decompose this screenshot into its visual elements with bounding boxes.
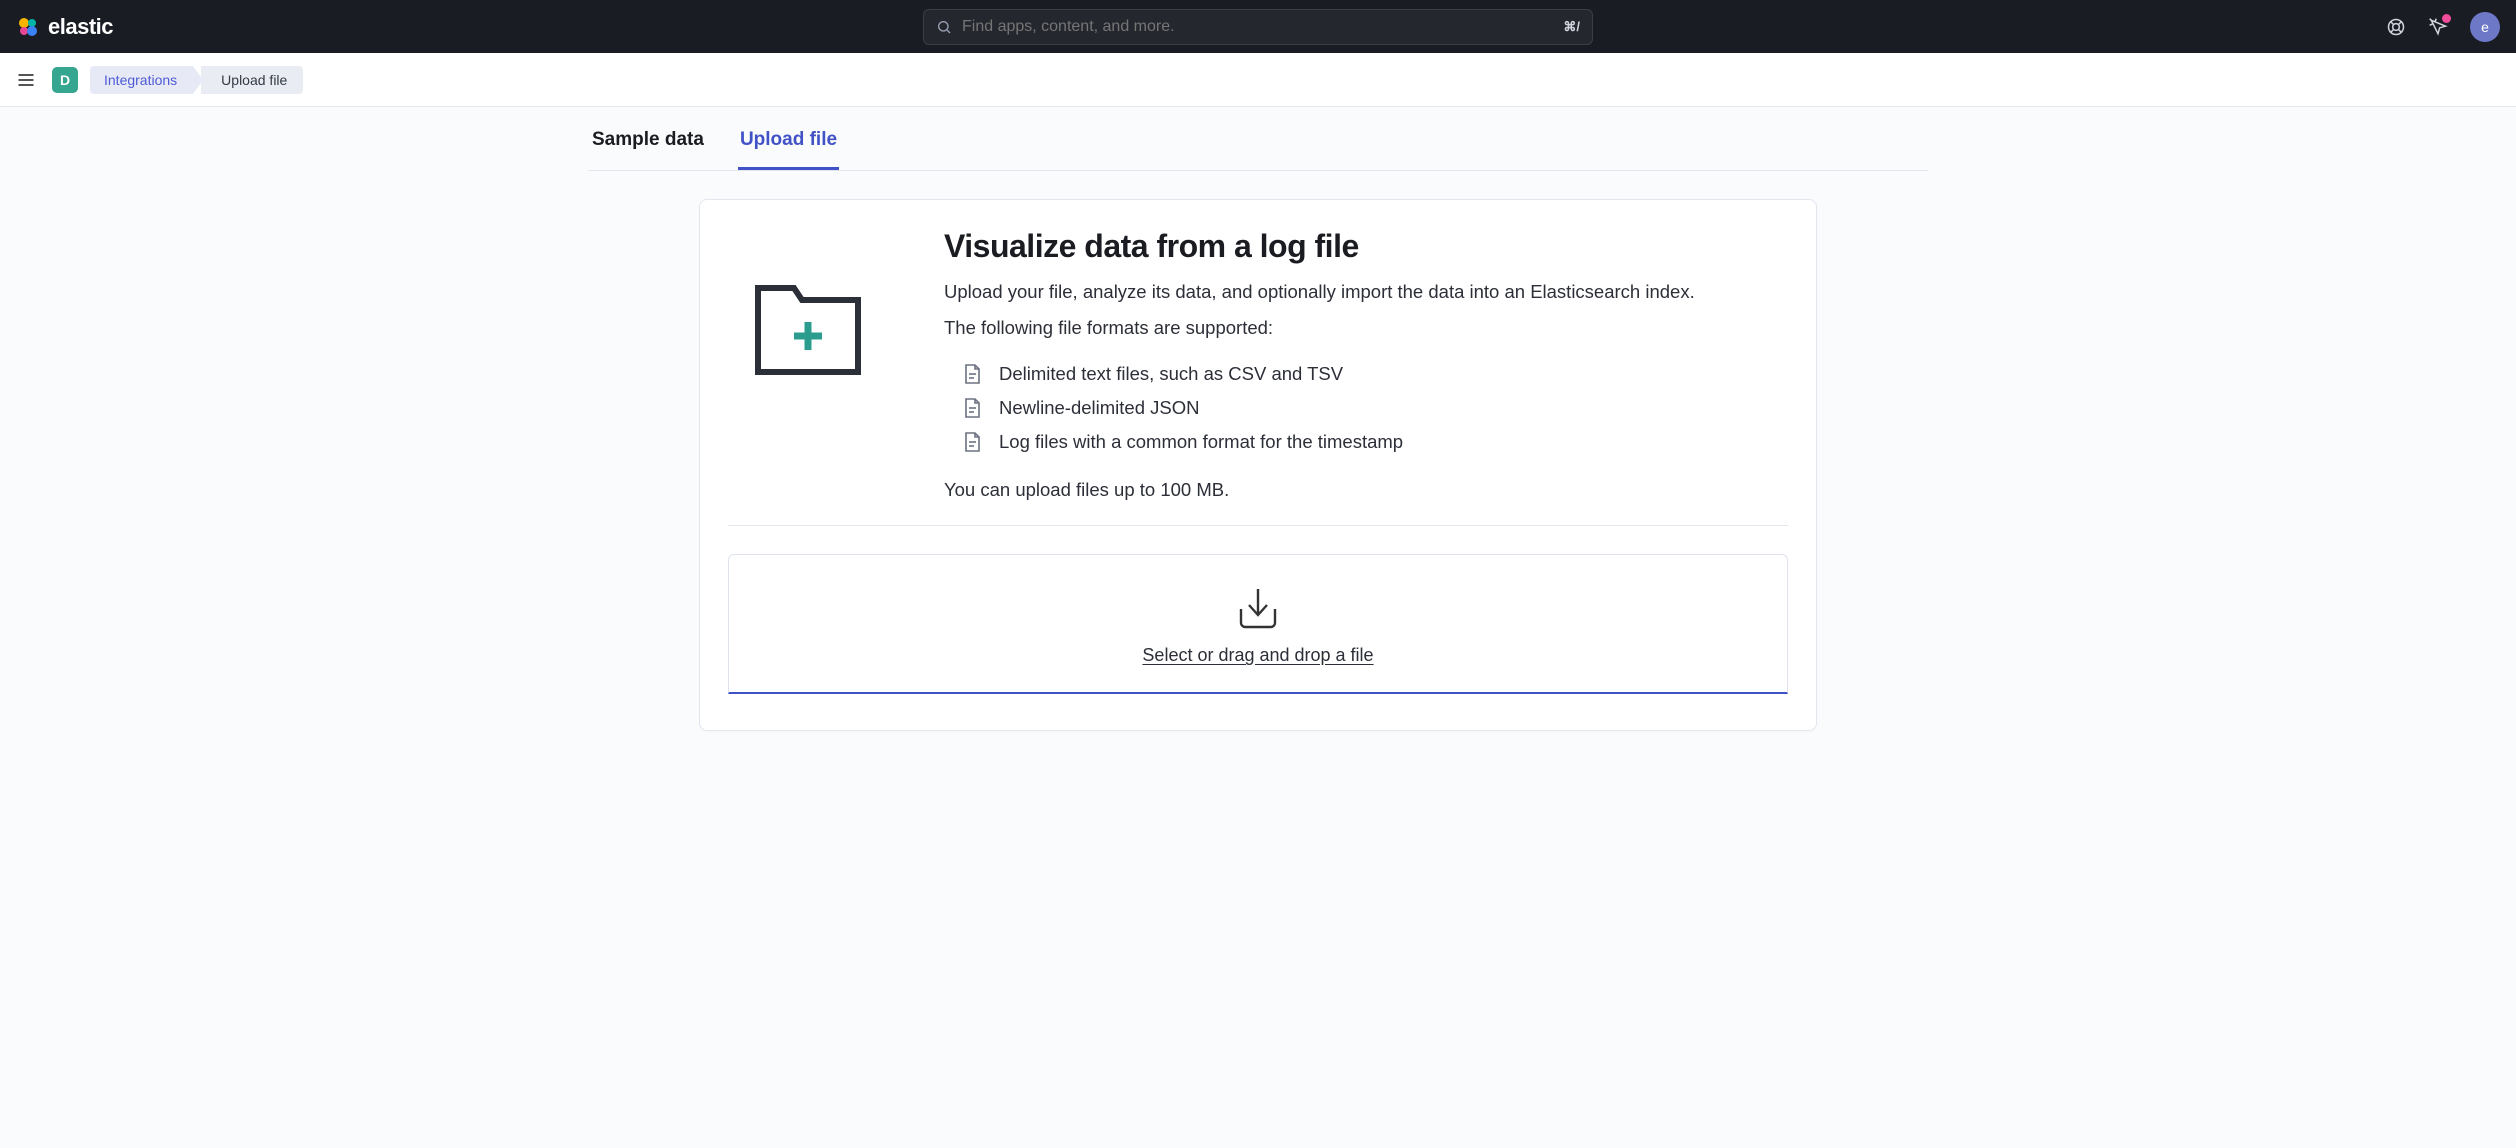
page-lead: Upload your file, analyze its data, and … (944, 281, 1695, 303)
format-item: Log files with a common format for the t… (944, 425, 1695, 459)
format-label: Delimited text files, such as CSV and TS… (999, 363, 1343, 385)
divider (728, 525, 1788, 526)
search-icon (936, 19, 952, 35)
document-icon (964, 432, 981, 452)
help-icon[interactable] (2386, 17, 2406, 37)
tabs: Sample data Upload file (588, 111, 1928, 171)
elastic-logo-icon (16, 15, 40, 39)
breadcrumb-current: Upload file (201, 66, 303, 94)
notification-dot (2442, 14, 2451, 23)
format-label: Log files with a common format for the t… (999, 431, 1403, 453)
upload-card: Visualize data from a log file Upload yo… (699, 199, 1817, 731)
user-avatar[interactable]: e (2470, 12, 2500, 42)
nav-menu-button[interactable] (12, 66, 40, 94)
brand-name: elastic (48, 14, 113, 40)
brand-logo[interactable]: elastic (16, 14, 113, 40)
breadcrumb: Integrations Upload file (90, 66, 303, 94)
formats-intro: The following file formats are supported… (944, 317, 1695, 339)
document-icon (964, 398, 981, 418)
space-badge[interactable]: D (52, 67, 78, 93)
import-icon (749, 585, 1767, 629)
search-input[interactable] (962, 18, 1553, 36)
search-shortcut: ⌘/ (1563, 19, 1580, 35)
breadcrumb-integrations[interactable]: Integrations (90, 66, 193, 94)
format-item: Delimited text files, such as CSV and TS… (944, 357, 1695, 391)
breadcrumb-bar: D Integrations Upload file (0, 53, 2516, 107)
upload-limit: You can upload files up to 100 MB. (944, 479, 1695, 501)
file-dropzone[interactable]: Select or drag and drop a file (728, 554, 1788, 694)
page-title: Visualize data from a log file (944, 228, 1695, 265)
global-search[interactable]: ⌘/ (923, 9, 1593, 45)
format-label: Newline-delimited JSON (999, 397, 1199, 419)
global-header: elastic ⌘/ (0, 0, 2516, 53)
tab-sample-data[interactable]: Sample data (590, 111, 706, 170)
document-icon (964, 364, 981, 384)
news-icon[interactable] (2428, 17, 2448, 37)
folder-add-icon (728, 228, 888, 501)
chevron-right-icon (193, 66, 203, 94)
tab-upload-file[interactable]: Upload file (738, 111, 839, 170)
format-item: Newline-delimited JSON (944, 391, 1695, 425)
dropzone-label[interactable]: Select or drag and drop a file (1142, 645, 1373, 665)
formats-list: Delimited text files, such as CSV and TS… (944, 357, 1695, 459)
